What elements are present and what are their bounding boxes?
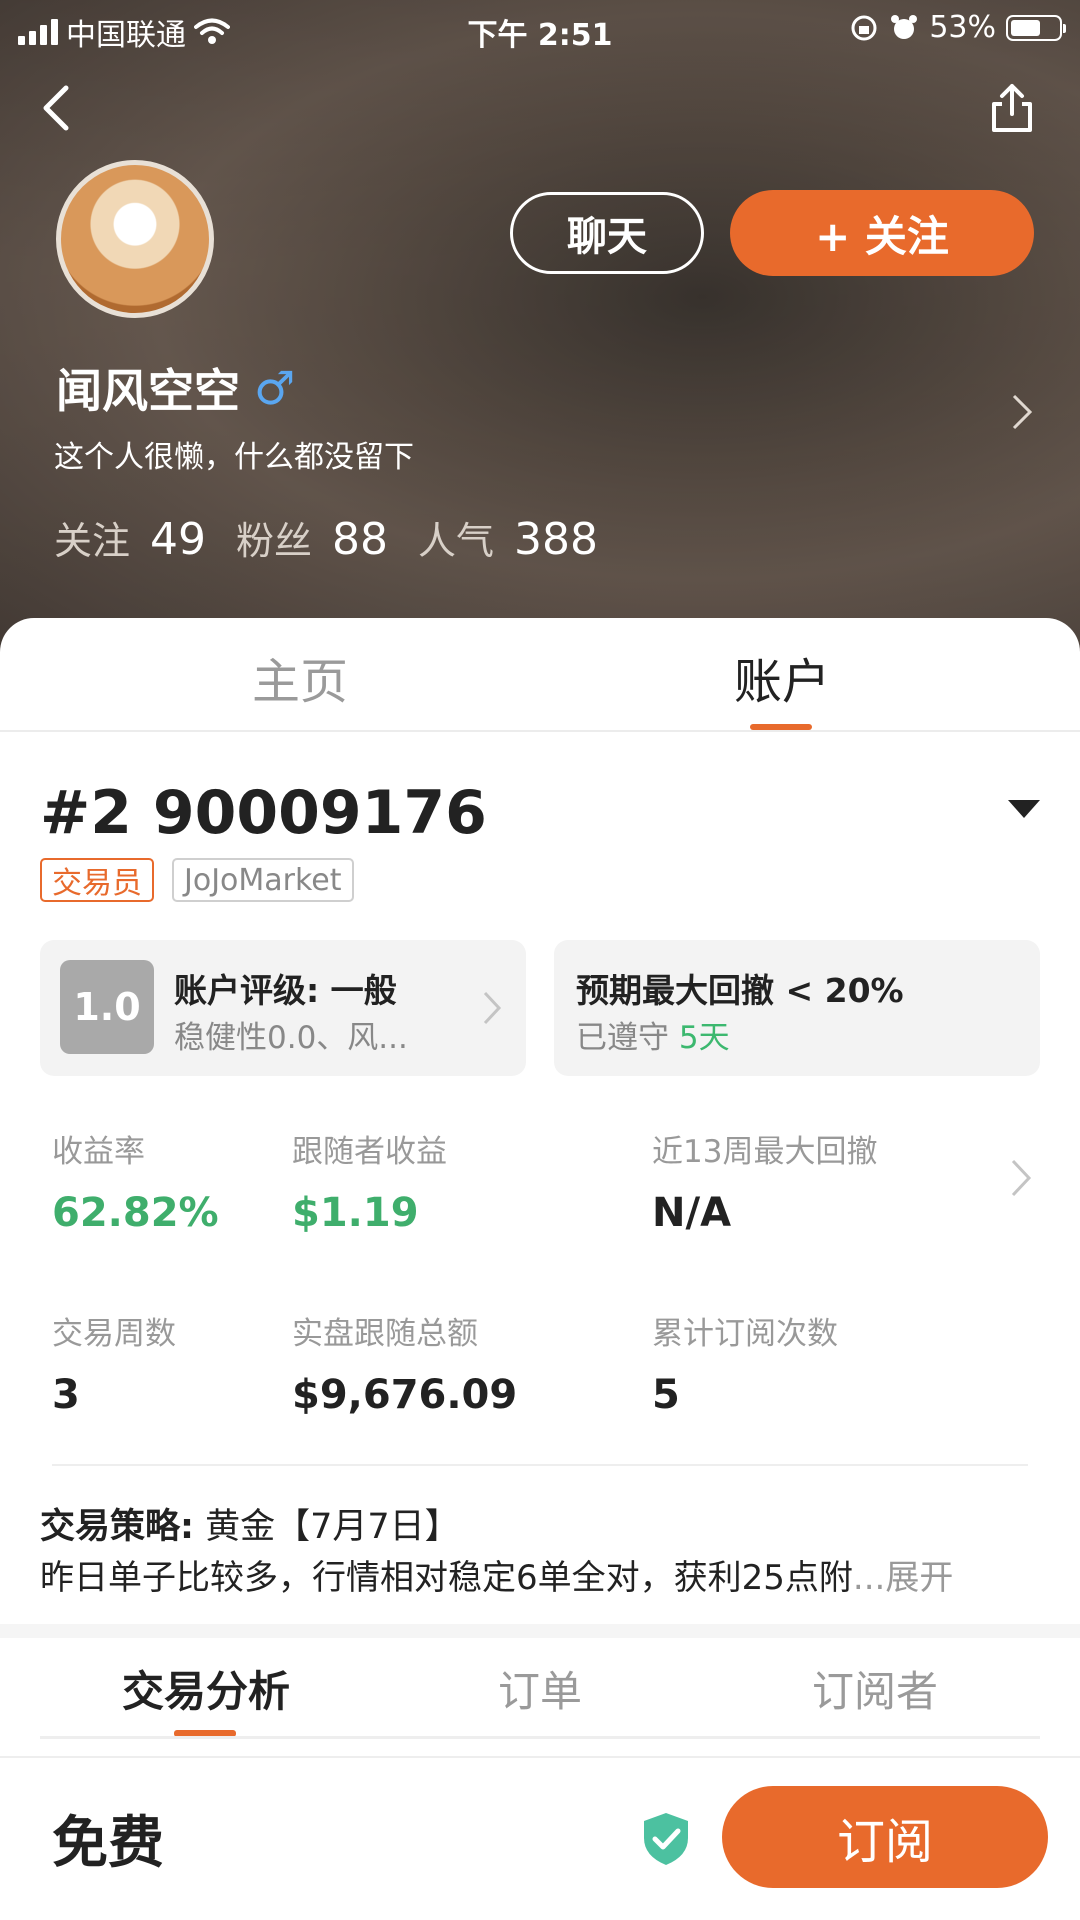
user-name-row: 闻风空空 ♂ [56, 355, 295, 421]
bottom-bar: 免费 订阅 [0, 1756, 1080, 1920]
user-bio: 这个人很懒，什么都没留下 [54, 440, 414, 475]
metric-label: 收益率 [52, 1134, 145, 1170]
user-name: 闻风空空 [56, 364, 240, 418]
metric-label: 近13周最大回撤 [652, 1134, 878, 1170]
avatar[interactable] [56, 160, 214, 318]
strategy-name: 黄金【7月7日】 [205, 1507, 460, 1547]
rating-subtitle: 稳健性0.0、风... [174, 1020, 408, 1056]
stat-following-label[interactable]: 关注 [54, 510, 130, 565]
stat-following-value[interactable]: 49 [150, 514, 206, 565]
alarm-icon [891, 14, 918, 39]
account-dropdown-icon[interactable] [1008, 800, 1040, 818]
metric-value: 3 [52, 1372, 80, 1418]
male-icon: ♂ [254, 361, 296, 415]
stat-fans-label[interactable]: 粉丝 [236, 510, 312, 565]
expand-link[interactable]: 展开 [885, 1558, 953, 1598]
metric-value: N/A [652, 1190, 732, 1236]
account-id: #2 90009176 [40, 778, 487, 848]
content-panel: 主页 账户 #2 90009176 交易员 JoJoMarket 1.0 账户评… [0, 618, 1080, 1920]
strategy-text: 昨日单子比较多，行情相对稳定6单全对，获利25点附...展开 [40, 1550, 1040, 1599]
metric-value: $9,676.09 [292, 1372, 518, 1418]
profile-stats: 关注 49 粉丝 88 人气 388 [54, 510, 608, 565]
strategy-ellipsis: ... [852, 1558, 886, 1598]
tab-home[interactable]: 主页 [252, 642, 348, 712]
strategy-title: 交易策略: 黄金【7月7日】 [40, 1498, 460, 1549]
tab-account[interactable]: 账户 [734, 642, 830, 712]
back-icon[interactable] [36, 80, 76, 136]
divider [52, 1464, 1028, 1466]
drawdown-title: 预期最大回撤 < 20% [576, 971, 904, 1010]
metric-value: $1.19 [292, 1190, 419, 1236]
battery-icon [1006, 14, 1066, 41]
stat-fans-value[interactable]: 88 [332, 514, 388, 565]
tab-subscribers[interactable]: 订阅者 [812, 1658, 938, 1719]
chat-button[interactable]: 聊天 [510, 192, 704, 274]
drawdown-kept-days: 5天 [678, 1020, 730, 1056]
chevron-right-icon[interactable] [1010, 1158, 1032, 1198]
rating-score: 1.0 [60, 960, 154, 1054]
drawdown-kept-label: 已遵守 [576, 1020, 669, 1056]
metric-label: 交易周数 [52, 1316, 176, 1352]
drawdown-kept: 已遵守 5天 [576, 1012, 730, 1057]
main-tabs: 主页 账户 [0, 618, 1080, 732]
metric-label: 累计订阅次数 [652, 1316, 838, 1352]
status-bar: 中国联通 下午 2:51 53% [0, 0, 1080, 56]
profile-page: 中国联通 下午 2:51 53% 聊天 + 关注 闻风空空 ♂ 这个人很懒，什么… [0, 0, 1080, 1920]
rating-card[interactable]: 1.0 账户评级: 一般 稳健性0.0、风... [40, 940, 526, 1076]
rotation-lock-icon [851, 15, 877, 40]
drawdown-card: 预期最大回撤 < 20% 已遵守 5天 [554, 940, 1040, 1076]
trader-badge: 交易员 [40, 858, 154, 902]
tab-orders[interactable]: 订单 [498, 1658, 582, 1719]
sub-tab-divider [40, 1736, 1040, 1739]
chevron-right-icon [483, 991, 502, 1025]
strategy-label: 交易策略: [40, 1507, 194, 1547]
battery-percent: 53% [929, 10, 996, 45]
chevron-right-icon[interactable] [1010, 392, 1034, 432]
stat-popularity-value: 388 [514, 514, 599, 565]
tab-indicator [750, 724, 812, 730]
metric-label: 跟随者收益 [292, 1134, 447, 1170]
rating-title: 账户评级: 一般 [174, 971, 397, 1010]
metric-label: 实盘跟随总额 [292, 1316, 478, 1352]
subscribe-button[interactable]: 订阅 [722, 1786, 1048, 1888]
tab-trade-analysis[interactable]: 交易分析 [122, 1658, 290, 1719]
metric-value: 62.82% [52, 1190, 219, 1236]
status-right: 53% [849, 10, 1066, 45]
broker-badge: JoJoMarket [172, 858, 354, 902]
strategy-body: 昨日单子比较多，行情相对稳定6单全对，获利25点附 [40, 1558, 853, 1598]
section-separator [0, 1624, 1080, 1638]
stat-popularity-label: 人气 [418, 519, 495, 563]
price-label: 免费 [52, 1811, 164, 1876]
metric-value: 5 [652, 1372, 680, 1418]
share-icon[interactable] [988, 80, 1036, 136]
follow-button[interactable]: + 关注 [730, 190, 1034, 276]
shield-check-icon [644, 1813, 688, 1865]
